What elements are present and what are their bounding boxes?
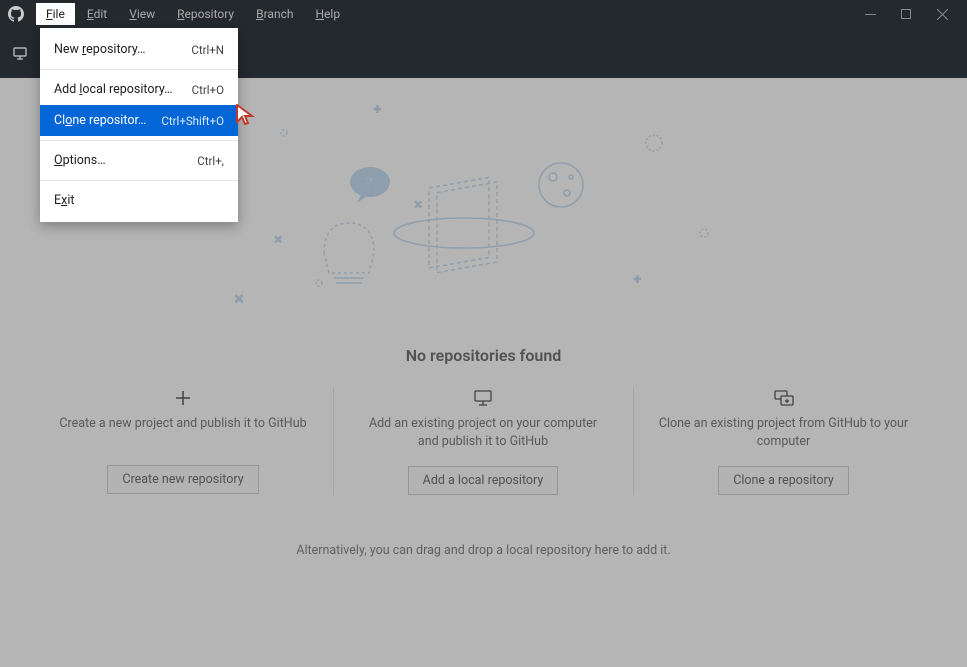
shortcut-text: Ctrl+O xyxy=(192,83,224,97)
cursor-pointer-icon xyxy=(234,104,256,130)
menu-separator xyxy=(40,180,238,181)
menubar: File Edit View Repository Branch Help xyxy=(36,3,350,25)
titlebar: File Edit View Repository Branch Help xyxy=(0,0,967,28)
window-controls xyxy=(863,7,959,21)
menu-separator xyxy=(40,140,238,141)
menu-view[interactable]: View xyxy=(119,3,165,25)
menu-branch[interactable]: Branch xyxy=(246,3,303,25)
repo-selector[interactable] xyxy=(12,45,28,61)
close-button[interactable] xyxy=(935,7,949,21)
menu-repository[interactable]: Repository xyxy=(167,3,244,25)
menu-clone-repository[interactable]: Clone repositor… Ctrl+Shift+O xyxy=(40,105,238,136)
monitor-small-icon xyxy=(12,45,28,61)
menu-new-repository[interactable]: New repository… Ctrl+N xyxy=(40,34,238,65)
maximize-button[interactable] xyxy=(899,7,913,21)
menu-options[interactable]: Options… Ctrl+, xyxy=(40,145,238,176)
shortcut-text: Ctrl+, xyxy=(197,154,224,168)
menu-add-local-repository[interactable]: Add local repository… Ctrl+O xyxy=(40,74,238,105)
menu-edit[interactable]: Edit xyxy=(77,3,117,25)
minimize-button[interactable] xyxy=(863,7,877,21)
menu-help[interactable]: Help xyxy=(305,3,350,25)
menu-separator xyxy=(40,69,238,70)
shortcut-text: Ctrl+N xyxy=(191,43,224,57)
shortcut-text: Ctrl+Shift+O xyxy=(161,114,224,128)
github-logo-icon xyxy=(8,6,24,22)
file-menu-dropdown: New repository… Ctrl+N Add local reposit… xyxy=(40,28,238,222)
menu-exit[interactable]: Exit xyxy=(40,185,238,216)
menu-file[interactable]: File xyxy=(36,3,75,25)
